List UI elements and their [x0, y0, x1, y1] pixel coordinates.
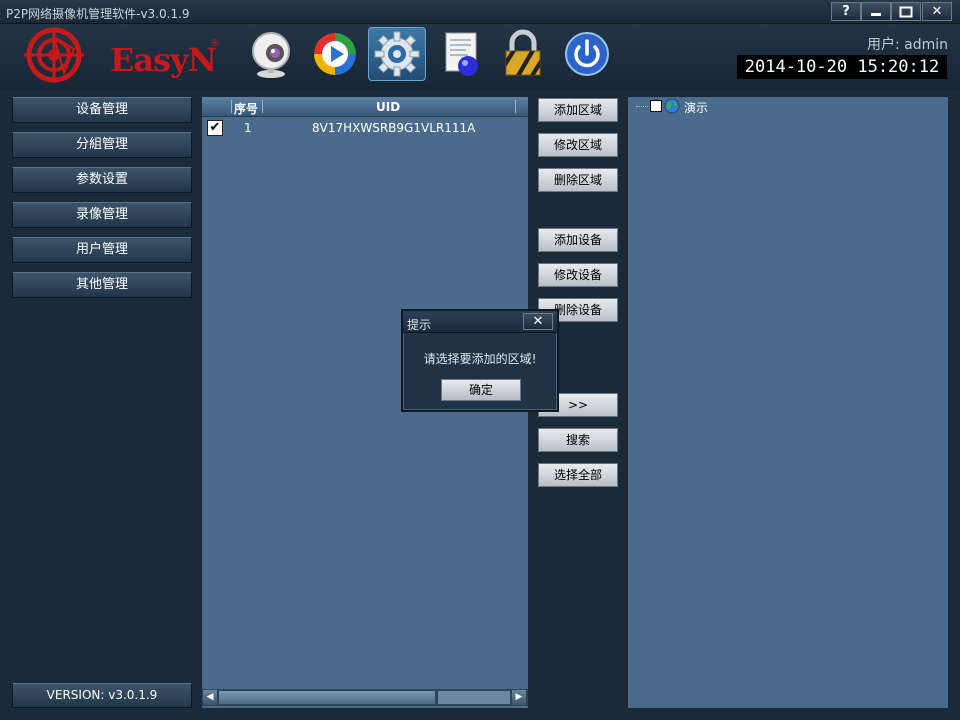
table-row[interactable]: ✔ 1 8V17HXWSRB9G1VLR111A	[202, 118, 528, 138]
edit-area-button[interactable]: 修改区域	[538, 133, 618, 157]
lock-icon	[505, 29, 541, 76]
brand-logo: EasyN ®	[24, 27, 220, 85]
scrollbar-track[interactable]	[438, 691, 510, 704]
tree-connector	[636, 106, 648, 107]
dialog-ok-button[interactable]: 确定	[441, 379, 521, 401]
column-separator	[515, 100, 516, 113]
column-header-seq[interactable]: 序号	[234, 100, 258, 117]
scrollbar-thumb[interactable]	[219, 691, 435, 704]
delete-area-button[interactable]: 删除区域	[538, 168, 618, 192]
nav-parameter-settings[interactable]: 参数设置	[12, 167, 192, 193]
playback-tool[interactable]	[306, 27, 364, 81]
row-checkbox[interactable]: ✔	[207, 120, 223, 136]
playback-icon	[314, 33, 356, 75]
help-button[interactable]: ?	[831, 2, 861, 21]
minimize-button[interactable]	[861, 2, 891, 21]
lock-tool[interactable]	[494, 27, 552, 81]
tree-node-label[interactable]: 演示	[684, 99, 708, 116]
dialog-close-button[interactable]: ✕	[523, 313, 553, 330]
nav-recording-management[interactable]: 录像管理	[12, 202, 192, 228]
nav-user-management[interactable]: 用户管理	[12, 237, 192, 263]
dialog-title: 提示	[407, 318, 432, 332]
globe-icon	[664, 98, 680, 114]
scroll-left-icon[interactable]: ◀	[203, 690, 217, 705]
table-header: 序号 UID	[202, 97, 528, 117]
column-separator	[262, 100, 263, 113]
alert-dialog: 提示 ✕ 请选择要添加的区域! 确定	[401, 309, 559, 412]
column-separator	[231, 100, 232, 113]
maximize-button[interactable]	[891, 2, 921, 21]
nav-device-management[interactable]: 设备管理	[12, 97, 192, 123]
maximize-icon	[899, 6, 913, 18]
dialog-message: 请选择要添加的区域!	[423, 352, 537, 366]
nav-other-management[interactable]: 其他管理	[12, 272, 192, 298]
header: EasyN ® 用户: admin 2014-10-20 15:20:12	[0, 24, 960, 90]
logo-emblem-icon	[24, 27, 84, 83]
row-seq: 1	[244, 121, 252, 135]
title-bar: P2P网络摄像机管理软件-v3.0.1.9 ? ✕	[0, 0, 960, 24]
brand-name: EasyN	[110, 41, 217, 79]
power-icon	[565, 32, 609, 76]
add-area-button[interactable]: 添加区域	[538, 98, 618, 122]
search-button[interactable]: 搜索	[538, 428, 618, 452]
log-tool[interactable]	[432, 27, 490, 81]
power-tool[interactable]	[558, 27, 616, 81]
current-user: 用户: admin	[866, 37, 948, 53]
add-device-button[interactable]: 添加设备	[538, 228, 618, 252]
row-uid: 8V17HXWSRB9G1VLR111A	[312, 121, 476, 135]
webcam-icon	[252, 32, 290, 78]
datetime-display: 2014-10-20 15:20:12	[737, 55, 947, 79]
window-title: P2P网络摄像机管理软件-v3.0.1.9	[6, 7, 190, 21]
dialog-titlebar[interactable]: 提示 ✕	[403, 311, 557, 333]
area-tree: 演示	[628, 97, 948, 708]
scroll-right-icon[interactable]: ▶	[512, 690, 526, 705]
settings-tool[interactable]	[368, 27, 426, 81]
version-label: VERSION: v3.0.1.9	[12, 683, 192, 708]
edit-device-button[interactable]: 修改设备	[538, 263, 618, 287]
horizontal-scrollbar[interactable]: ◀ ▶	[202, 689, 528, 706]
nav-group-management[interactable]: 分組管理	[12, 132, 192, 158]
close-button[interactable]: ✕	[922, 2, 952, 21]
tree-node-checkbox[interactable]	[650, 100, 662, 112]
log-icon	[445, 32, 478, 76]
column-header-uid[interactable]: UID	[376, 100, 400, 114]
select-all-button[interactable]: 选择全部	[538, 463, 618, 487]
webcam-tool[interactable]	[242, 27, 300, 81]
brand-registered-mark: ®	[210, 38, 220, 49]
minimize-icon	[871, 13, 881, 16]
settings-icon	[374, 31, 420, 77]
